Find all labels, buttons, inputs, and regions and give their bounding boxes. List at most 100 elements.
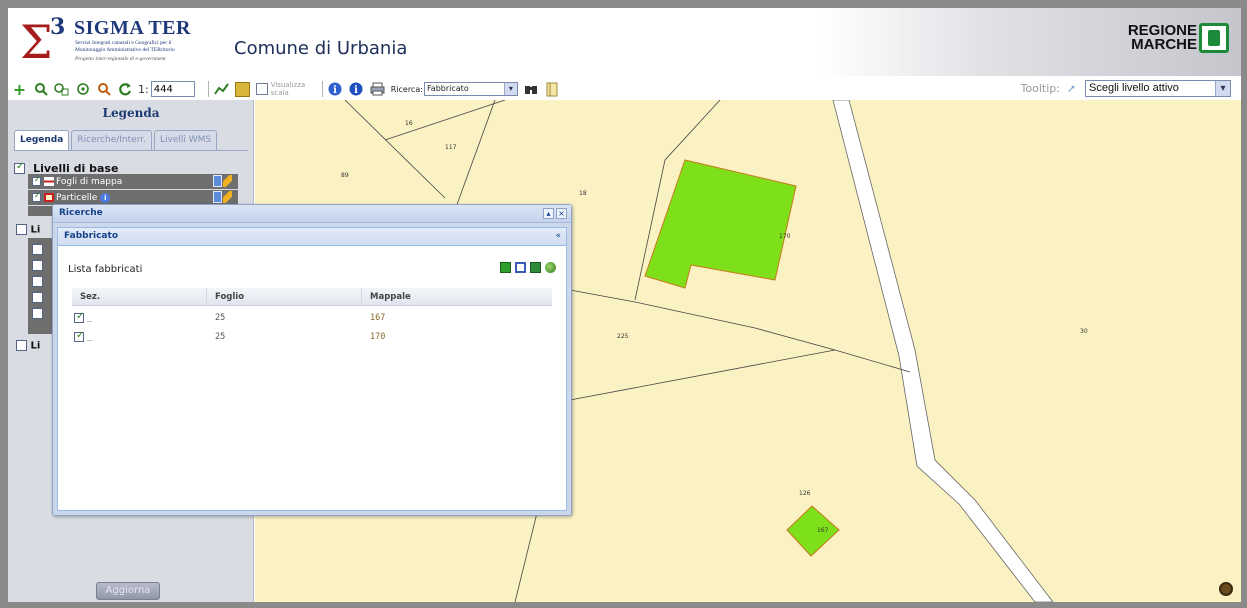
- zoom-in-icon[interactable]: [33, 82, 48, 97]
- update-button[interactable]: Aggiorna: [96, 582, 160, 600]
- map-navigation-icon[interactable]: [1219, 582, 1233, 596]
- table-row[interactable]: _ 25 170: [72, 328, 552, 346]
- pencil-icon[interactable]: [223, 191, 232, 203]
- region-badge-icon: [1199, 23, 1229, 53]
- tooltip-layer-select[interactable]: Scegli livello attivo ▾: [1085, 80, 1231, 97]
- tooltip-area: Tooltip: ➚ Scegli livello attivo ▾: [1021, 80, 1231, 97]
- building-167: [786, 505, 840, 557]
- parcel-label: 225: [617, 333, 629, 340]
- layer-tools: [213, 175, 232, 187]
- refresh-icon[interactable]: [117, 82, 132, 97]
- layer-line-icon: [44, 177, 54, 186]
- layer-checkbox[interactable]: [32, 244, 43, 255]
- group-checkbox[interactable]: [16, 340, 27, 351]
- logo-subtitle-1: Servizi Integrati catastali e Geografici…: [75, 40, 172, 46]
- measure-icon[interactable]: [213, 82, 229, 97]
- parcel-boundary: [569, 349, 836, 401]
- info-icon[interactable]: i: [100, 192, 111, 203]
- layer-checkbox[interactable]: [32, 292, 43, 303]
- row-checkbox[interactable]: [74, 330, 84, 342]
- list-actions: [500, 262, 556, 273]
- print-icon[interactable]: [370, 82, 385, 97]
- parcel-boundary: [454, 100, 496, 211]
- legend-title: Legenda: [102, 106, 160, 120]
- dialog-body: Fabbricato « Lista fabbricati Sez. Fogli…: [57, 227, 567, 511]
- logo-superscript: 3: [50, 14, 66, 40]
- layer-checkbox[interactable]: [32, 260, 43, 271]
- panel-subtitle: Fabbricato: [64, 231, 118, 241]
- add-icon[interactable]: +: [12, 81, 27, 97]
- parcel-label: 170: [779, 233, 791, 240]
- collapse-left-icon[interactable]: «: [555, 231, 561, 241]
- toolbar-divider: [321, 81, 323, 97]
- layer-name: Particelle: [56, 192, 98, 203]
- parcel-boundary: [384, 100, 506, 141]
- ricerca-select[interactable]: Fabbricato ▾: [423, 82, 518, 96]
- regione-marche-logo: REGIONE MARCHE: [1128, 18, 1229, 58]
- cell-mappale: 167: [370, 313, 386, 323]
- zoom-box-icon[interactable]: [54, 82, 69, 97]
- toolbar-divider: [207, 81, 209, 97]
- dialog-tools: ▴ ×: [543, 208, 567, 219]
- logo-title: SIGMA TER: [74, 17, 191, 39]
- grid-header: Sez. Foglio Mappale: [72, 288, 552, 306]
- legend-tabs: Legenda Ricerche/Interr. Livelli WMS: [14, 130, 218, 151]
- layer-checkbox[interactable]: [32, 276, 43, 287]
- column-header-foglio[interactable]: Foglio: [207, 288, 362, 305]
- globe-icon[interactable]: [545, 262, 556, 273]
- parcel-label: 167: [817, 527, 829, 534]
- parcel-label: 117: [445, 144, 457, 151]
- parcel-label: 30: [1080, 328, 1088, 335]
- cell-sez: _: [87, 332, 93, 342]
- table-row[interactable]: _ 25 167: [72, 309, 552, 327]
- layer-checkbox[interactable]: [32, 175, 41, 186]
- column-header-mappale[interactable]: Mappale: [362, 288, 552, 305]
- layer-grid-icon[interactable]: [234, 81, 250, 97]
- tab-ricerche[interactable]: Ricerche/Interr.: [71, 130, 152, 150]
- visualizza-scala-checkbox[interactable]: [255, 83, 268, 95]
- tooltip-select-value: Scegli livello attivo: [1089, 82, 1179, 94]
- select-all-icon[interactable]: [500, 262, 511, 273]
- column-header-sez[interactable]: Sez.: [72, 288, 207, 305]
- visualizza-scala-label: Visualizza scala: [271, 81, 311, 97]
- layer-table-icon[interactable]: [213, 175, 222, 187]
- logo-sigma-glyph: Σ: [20, 15, 53, 69]
- cell-foglio: 25: [215, 332, 226, 342]
- zoom-full-icon[interactable]: [75, 82, 90, 97]
- base-layers-checkbox[interactable]: [14, 161, 25, 174]
- scale-input[interactable]: [150, 81, 195, 97]
- group-checkbox[interactable]: [16, 224, 27, 235]
- layer-name: Fogli di mappa: [56, 176, 123, 187]
- info-icon[interactable]: i: [328, 82, 343, 97]
- layer-checkbox[interactable]: [32, 191, 41, 202]
- logo-subtitle-3: Progetto inter-regionale di e-government: [75, 56, 166, 62]
- tab-legenda[interactable]: Legenda: [14, 130, 70, 151]
- dialog-titlebar[interactable]: Ricerche ▴ ×: [53, 205, 571, 223]
- export-excel-icon[interactable]: [530, 262, 541, 273]
- zoom-out-icon[interactable]: [96, 82, 111, 97]
- row-checkbox[interactable]: [74, 311, 84, 323]
- fabbricato-panel-header[interactable]: Fabbricato «: [58, 228, 566, 246]
- tab-livelli-wms[interactable]: Livelli WMS: [153, 130, 218, 150]
- layer-row-fogli[interactable]: Fogli di mappa: [28, 174, 238, 189]
- layer-row-particelle[interactable]: Particelle i: [28, 190, 238, 205]
- binoculars-icon[interactable]: [524, 82, 539, 97]
- hidden-layers-strip: [28, 238, 52, 334]
- chevron-down-icon[interactable]: ▾: [503, 83, 517, 95]
- layer-checkbox[interactable]: [32, 308, 43, 319]
- identify-icon[interactable]: i: [349, 82, 364, 97]
- book-icon[interactable]: [545, 82, 560, 97]
- layer-table-icon[interactable]: [213, 191, 222, 203]
- close-icon[interactable]: ×: [556, 208, 567, 219]
- toolbar: + 1: Visualizza scala i: [8, 78, 1241, 100]
- layer-tools: [213, 191, 232, 203]
- collapse-icon[interactable]: ▴: [543, 208, 554, 219]
- header: Σ 3 SIGMA TER Servizi Integrati catastal…: [8, 8, 1241, 76]
- cell-foglio: 25: [215, 313, 226, 323]
- pencil-icon[interactable]: [223, 175, 232, 187]
- chevron-down-icon[interactable]: ▾: [1215, 81, 1230, 96]
- cell-sez: _: [87, 313, 93, 323]
- dialog-title: Ricerche: [59, 208, 103, 218]
- layer-group-stub: Li: [16, 224, 40, 236]
- deselect-icon[interactable]: [515, 262, 526, 273]
